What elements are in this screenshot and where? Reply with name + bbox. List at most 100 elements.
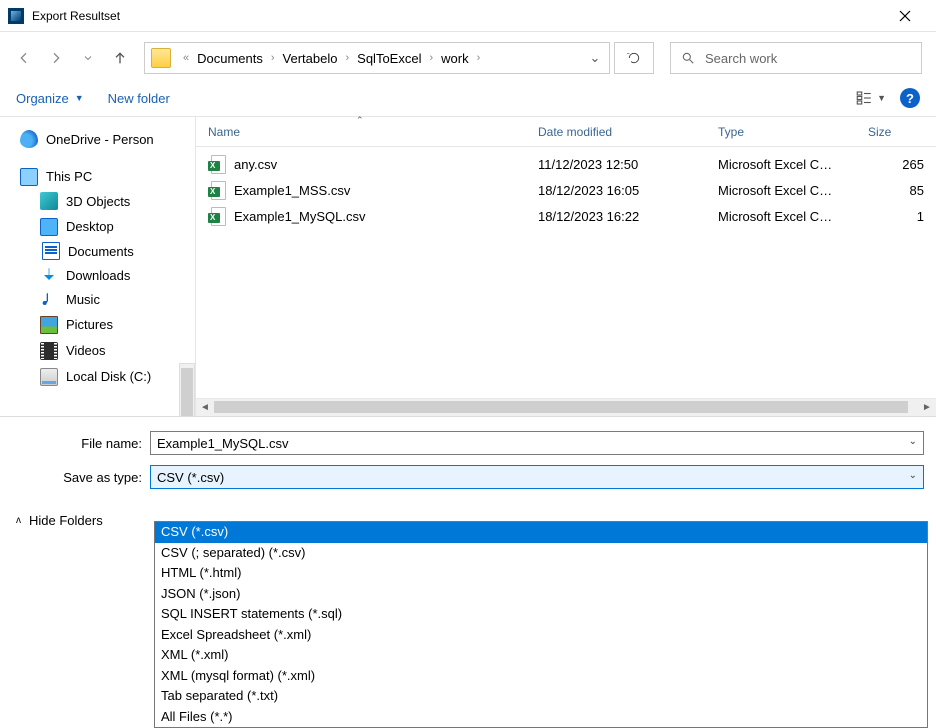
breadcrumb-item[interactable]: SqlToExcel: [355, 49, 423, 68]
horizontal-scrollbar[interactable]: ◄ ►: [196, 398, 936, 416]
toolbar: Organize ▼ New folder ▼ ?: [0, 84, 936, 114]
save-as-type-option[interactable]: CSV (; separated) (*.csv): [155, 543, 927, 564]
tree-label: OneDrive - Person: [46, 132, 154, 147]
save-as-type-dropdown[interactable]: CSV (*.csv) ⌄: [150, 465, 924, 489]
file-name: Example1_MSS.csv: [234, 183, 350, 198]
chevron-down-icon[interactable]: ⌄: [909, 470, 917, 481]
refresh-button[interactable]: [614, 42, 654, 74]
pc-icon: [20, 168, 38, 186]
file-row[interactable]: XExample1_MySQL.csv 18/12/2023 16:22 Mic…: [196, 203, 936, 229]
column-header-type[interactable]: Type: [706, 125, 856, 139]
breadcrumb-item[interactable]: Vertabelo: [281, 49, 340, 68]
chevron-down-icon[interactable]: ⌄: [909, 436, 917, 447]
tree-item-documents[interactable]: Documents: [0, 239, 195, 263]
tree-item-pictures[interactable]: Pictures: [0, 311, 195, 337]
app-icon: [8, 8, 24, 24]
save-as-type-options-list: CSV (*.csv)CSV (; separated) (*.csv)HTML…: [154, 521, 928, 728]
breadcrumb-item[interactable]: Documents: [195, 49, 265, 68]
form-area: File name: Example1_MySQL.csv ⌄ Save as …: [0, 417, 936, 507]
column-header-date[interactable]: Date modified: [526, 125, 706, 139]
tree-item-local-disk[interactable]: Local Disk (C:) ⌄: [0, 363, 195, 389]
recent-locations-button[interactable]: [74, 44, 102, 72]
back-button[interactable]: [10, 44, 38, 72]
tree-label: Pictures: [66, 317, 113, 332]
save-as-type-option[interactable]: CSV (*.csv): [155, 522, 927, 543]
filename-label: File name:: [12, 436, 150, 451]
nav-row: « Documents › Vertabelo › SqlToExcel › w…: [0, 32, 936, 84]
save-as-type-value: CSV (*.csv): [157, 470, 224, 485]
search-placeholder: Search work: [705, 51, 777, 66]
filename-value: Example1_MySQL.csv: [157, 436, 289, 451]
hide-folders-button[interactable]: ʌ Hide Folders: [16, 513, 103, 528]
filename-input[interactable]: Example1_MySQL.csv ⌄: [150, 431, 924, 455]
breadcrumb-prefix: «: [177, 52, 195, 64]
save-as-type-option[interactable]: Excel Spreadsheet (*.xml): [155, 625, 927, 646]
save-as-type-option[interactable]: SQL INSERT statements (*.sql): [155, 604, 927, 625]
tree-item-desktop[interactable]: Desktop: [0, 213, 195, 239]
save-as-type-option[interactable]: XML (*.xml): [155, 645, 927, 666]
cube-icon: [40, 192, 58, 210]
hide-folders-label: Hide Folders: [29, 513, 103, 528]
organize-menu[interactable]: Organize ▼: [16, 91, 84, 106]
cloud-icon: [20, 130, 38, 148]
view-options-button[interactable]: ▼: [855, 89, 886, 107]
help-button[interactable]: ?: [900, 88, 920, 108]
column-header-size[interactable]: Size: [856, 125, 936, 139]
tree-label: Music: [66, 292, 100, 307]
file-list: Xany.csv 11/12/2023 12:50 Microsoft Exce…: [196, 147, 936, 398]
tree-item-this-pc[interactable]: This PC: [0, 163, 195, 189]
tree-label: 3D Objects: [66, 194, 130, 209]
new-folder-button[interactable]: New folder: [108, 91, 170, 106]
file-row[interactable]: XExample1_MSS.csv 18/12/2023 16:05 Micro…: [196, 177, 936, 203]
titlebar: Export Resultset: [0, 0, 936, 32]
chevron-up-icon: ʌ: [16, 515, 21, 526]
address-history-dropdown[interactable]: ⌄: [581, 50, 609, 66]
forward-button[interactable]: [42, 44, 70, 72]
search-input[interactable]: Search work: [670, 42, 922, 74]
csv-icon: X: [208, 207, 226, 225]
column-headers: ⌃ Name Date modified Type Size: [196, 117, 936, 147]
file-size: 85: [856, 183, 936, 198]
up-button[interactable]: [106, 44, 134, 72]
tree-label: Documents: [68, 244, 134, 259]
chevron-down-icon: ▼: [877, 93, 886, 103]
tree-scrollbar[interactable]: [179, 363, 195, 416]
tree-item-3d-objects[interactable]: 3D Objects: [0, 189, 195, 213]
document-icon: [42, 242, 60, 260]
tree-label: Desktop: [66, 219, 114, 234]
file-area: ⌃ Name Date modified Type Size Xany.csv …: [195, 117, 936, 416]
save-as-type-option[interactable]: XML (mysql format) (*.xml): [155, 666, 927, 687]
folder-icon: [151, 48, 171, 68]
file-type: Microsoft Excel C…: [706, 183, 856, 198]
video-icon: [40, 342, 58, 360]
breadcrumb-item[interactable]: work: [439, 49, 470, 68]
save-as-type-option[interactable]: Tab separated (*.txt): [155, 686, 927, 707]
close-button[interactable]: [882, 0, 928, 32]
save-as-type-option[interactable]: HTML (*.html): [155, 563, 927, 584]
column-header-name[interactable]: Name: [196, 125, 526, 139]
sort-indicator-icon: ⌃: [356, 115, 364, 126]
file-type: Microsoft Excel C…: [706, 209, 856, 224]
save-as-type-option[interactable]: All Files (*.*): [155, 707, 927, 728]
tree-item-videos[interactable]: Videos: [0, 337, 195, 363]
file-date: 18/12/2023 16:22: [526, 209, 706, 224]
tree-label: Videos: [66, 343, 106, 358]
address-bar[interactable]: « Documents › Vertabelo › SqlToExcel › w…: [144, 42, 610, 74]
nav-tree: OneDrive - Person This PC 3D Objects Des…: [0, 117, 195, 416]
chevron-right-icon: ›: [423, 52, 439, 64]
save-as-type-option[interactable]: JSON (*.json): [155, 584, 927, 605]
scroll-right-icon[interactable]: ►: [918, 402, 936, 413]
file-date: 18/12/2023 16:05: [526, 183, 706, 198]
file-size: 265: [856, 157, 936, 172]
chevron-down-icon: ▼: [75, 93, 84, 103]
desktop-icon: [40, 218, 58, 236]
tree-item-onedrive[interactable]: OneDrive - Person: [0, 127, 195, 151]
search-icon: [681, 51, 695, 65]
tree-item-downloads[interactable]: Downloads: [0, 263, 195, 287]
file-row[interactable]: Xany.csv 11/12/2023 12:50 Microsoft Exce…: [196, 151, 936, 177]
disk-icon: [40, 368, 58, 386]
scroll-left-icon[interactable]: ◄: [196, 402, 214, 413]
picture-icon: [40, 316, 58, 334]
tree-item-music[interactable]: Music: [0, 287, 195, 311]
chevron-right-icon: ›: [265, 52, 281, 64]
